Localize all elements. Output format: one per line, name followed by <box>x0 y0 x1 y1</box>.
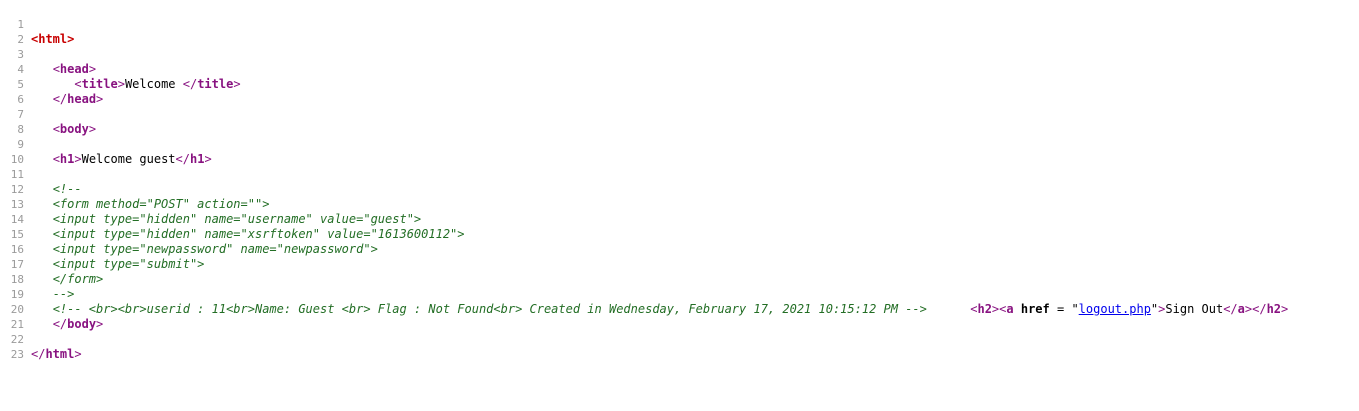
source-line: 18 --> <box>0 257 1359 301</box>
source-line: 4 <title>Welcome </title> <box>0 47 1359 91</box>
source-line: 21 <box>0 302 1359 331</box>
source-line: 11 <!-- <box>0 152 1359 196</box>
source-line: 14 <input type="hidden" name="xsrftoken"… <box>0 197 1359 241</box>
source-line: 13 <input type="hidden" name="username" … <box>0 182 1359 226</box>
source-line: 5 </head> <box>0 62 1359 106</box>
source-line: 7 <body> <box>0 92 1359 136</box>
source-line: 1 <html> <box>0 2 1359 46</box>
source-line: 3 <head> <box>0 32 1359 76</box>
source-line: 22 </html> <box>0 317 1359 361</box>
source-line: 10 <box>0 137 1359 166</box>
source-line: 8 <box>0 107 1359 136</box>
source-line: 16 <input type="submit"> <box>0 227 1359 271</box>
source-line: 6 <box>0 77 1359 106</box>
source-line: 19 <!-- <br><br>userid : 11<br>Name: Gue… <box>0 272 1359 316</box>
view-source-pane: 1 <html> 2 3 <head> 4 <title>Welcome </t… <box>0 2 1359 361</box>
line-number: 23 <box>10 348 24 361</box>
source-line: 17 </form> <box>0 242 1359 286</box>
source-line: 23 <box>0 332 1359 361</box>
source-line: 20 </body> <box>0 287 1359 331</box>
source-line: 2 <box>0 17 1359 46</box>
source-line: 12 <form method="POST" action=""> <box>0 167 1359 211</box>
source-line: 15 <input type="newpassword" name="newpa… <box>0 212 1359 256</box>
source-line: 9 <h1>Welcome guest</h1> <box>0 122 1359 166</box>
html-close-tag: html <box>45 347 75 361</box>
